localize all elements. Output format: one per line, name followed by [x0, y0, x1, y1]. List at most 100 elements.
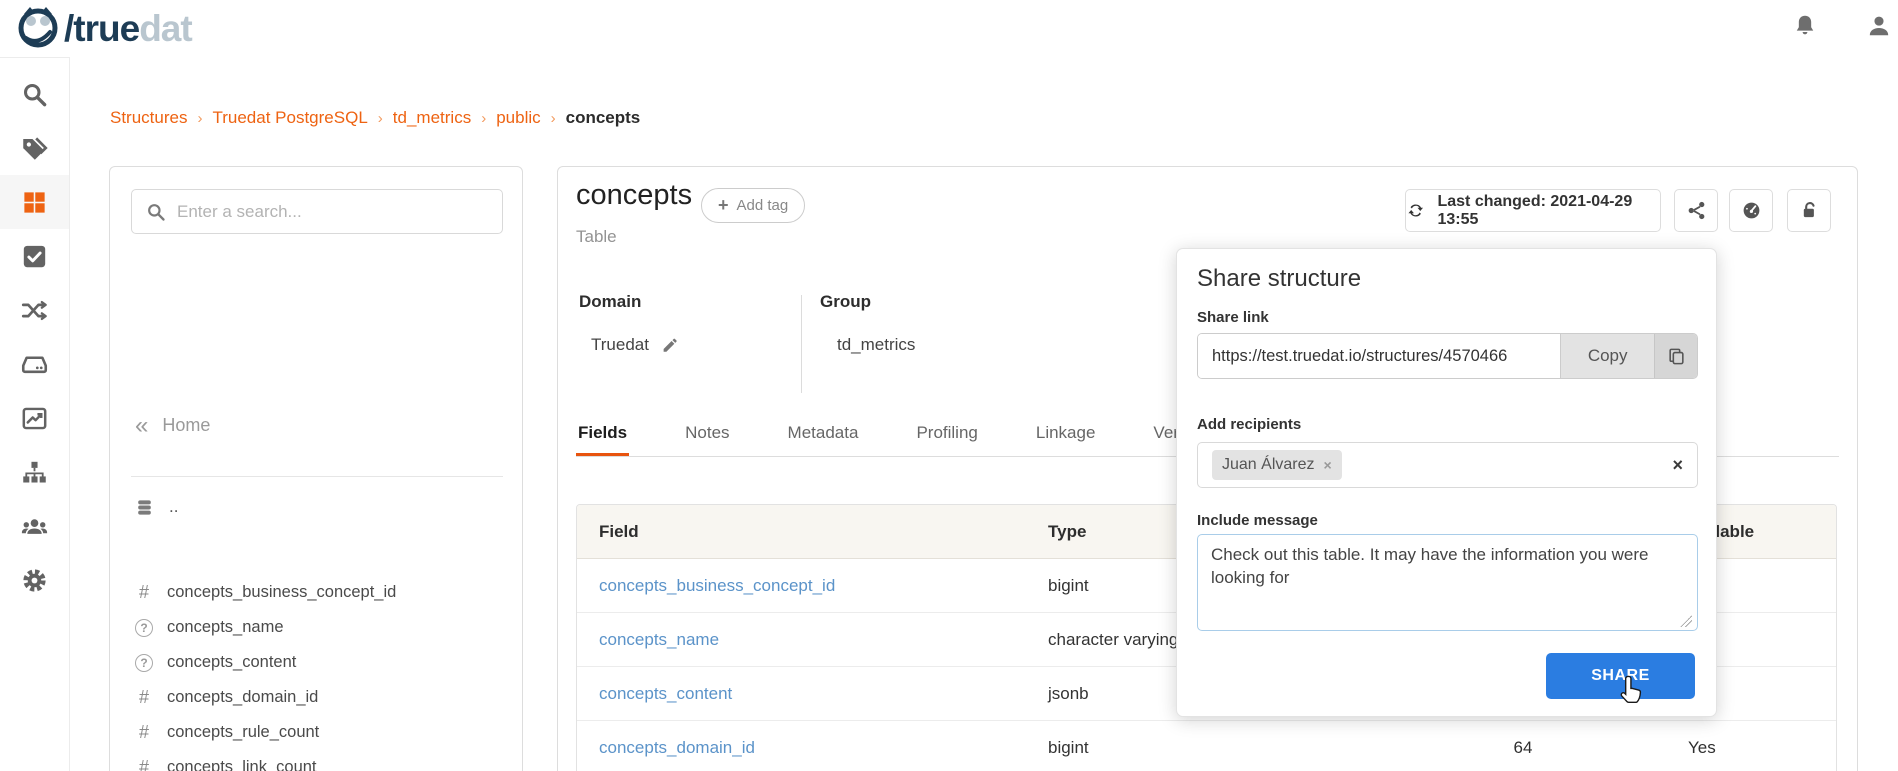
breadcrumb-separator: › [551, 110, 556, 127]
tab-linkage[interactable]: Linkage [1034, 417, 1098, 456]
nav-parent-item[interactable]: .. [135, 497, 178, 517]
nav-search-box[interactable] [131, 189, 503, 234]
plus-icon: + [718, 195, 729, 216]
modal-title: Share structure [1197, 265, 1361, 293]
message-textarea[interactable]: Check out this table. It may have the in… [1197, 534, 1698, 631]
nav-field-item[interactable]: # concepts_rule_count [110, 715, 522, 750]
breadcrumb-schema[interactable]: public [496, 108, 540, 128]
rail-sources-icon[interactable] [0, 337, 69, 391]
number-type-icon: # [135, 722, 153, 743]
copy-icon [1667, 347, 1686, 366]
field-nullable: Yes [1608, 738, 1836, 758]
structure-nav-panel: « Home .. # concepts_business_concept_id … [109, 166, 523, 771]
tab-fields[interactable]: Fields [576, 417, 629, 456]
nav-field-item[interactable]: ? concepts_name [110, 610, 522, 645]
rail-quality-icon[interactable] [0, 229, 69, 283]
recipients-input[interactable]: Juan Álvarez × × [1197, 442, 1698, 488]
nav-field-label: concepts_name [167, 618, 284, 637]
field-link[interactable]: concepts_business_concept_id [599, 576, 835, 595]
domain-value: Truedat [591, 335, 679, 355]
nav-field-label: concepts_business_concept_id [167, 583, 396, 602]
breadcrumb-current: concepts [566, 108, 641, 128]
truedat-logo[interactable]: /truedat [16, 6, 192, 52]
user-avatar-icon[interactable] [1866, 13, 1896, 43]
unknown-type-icon: ? [135, 654, 153, 672]
nav-field-item[interactable]: #concepts_link_count [110, 750, 522, 771]
collapse-chevrons-icon: « [135, 417, 148, 435]
share-link-input[interactable] [1198, 334, 1560, 378]
nav-field-list: # concepts_business_concept_id ? concepts_… [110, 575, 522, 771]
nav-home-link[interactable]: « Home [135, 415, 210, 436]
profiling-gauge-button[interactable] [1729, 189, 1773, 232]
add-recipients-label: Add recipients [1197, 416, 1301, 433]
share-structure-button[interactable] [1674, 189, 1718, 232]
domain-group-divider [801, 295, 802, 393]
group-label: Group [820, 292, 871, 312]
nav-parent-label: .. [169, 497, 178, 517]
nav-field-label: concepts_domain_id [167, 688, 318, 707]
page-title: concepts [576, 179, 692, 212]
last-changed-button[interactable]: Last changed: 2021-04-29 13:55 [1405, 189, 1661, 232]
logo-text: /truedat [64, 8, 192, 50]
number-type-icon: # [135, 757, 153, 771]
tab-metadata[interactable]: Metadata [786, 417, 861, 456]
gauge-icon [1741, 200, 1762, 221]
number-type-icon: # [135, 582, 153, 603]
nav-search-input[interactable] [177, 202, 488, 222]
nav-divider [131, 476, 503, 477]
rail-lineage-icon[interactable] [0, 283, 69, 337]
field-link[interactable]: concepts_name [599, 630, 719, 649]
rail-users-icon[interactable] [0, 499, 69, 553]
left-icon-rail [0, 57, 70, 771]
rail-settings-icon[interactable] [0, 553, 69, 607]
app-root: /truedat [0, 0, 1898, 771]
number-type-icon: # [135, 687, 153, 708]
owl-logo-icon [16, 6, 60, 52]
unlock-icon [1799, 200, 1820, 221]
domain-label: Domain [579, 292, 641, 312]
table-row: concepts_domain_id bigint 64 Yes [577, 721, 1836, 771]
tab-profiling[interactable]: Profiling [914, 417, 979, 456]
breadcrumb-structures[interactable]: Structures [110, 108, 187, 128]
share-link-group: Copy [1197, 333, 1698, 379]
nav-field-item[interactable]: ? concepts_content [110, 645, 522, 680]
breadcrumb: Structures › Truedat PostgreSQL › td_met… [110, 108, 640, 128]
rail-hierarchy-icon[interactable] [0, 445, 69, 499]
breadcrumb-separator: › [481, 110, 486, 127]
copy-icon-button[interactable] [1654, 334, 1697, 378]
unknown-type-icon: ? [135, 619, 153, 637]
field-link[interactable]: concepts_domain_id [599, 738, 755, 757]
chip-remove-icon[interactable]: × [1324, 457, 1332, 473]
structure-type-label: Table [576, 227, 617, 247]
last-changed-label: Last changed: 2021-04-29 13:55 [1437, 193, 1660, 229]
field-precision: 64 [1438, 738, 1608, 758]
lock-button[interactable] [1787, 189, 1831, 232]
add-tag-button[interactable]: + Add tag [701, 188, 805, 223]
edit-pencil-icon[interactable] [661, 336, 679, 354]
breadcrumb-system[interactable]: Truedat PostgreSQL [212, 108, 367, 128]
nav-field-item[interactable]: # concepts_domain_id [110, 680, 522, 715]
breadcrumb-separator: › [378, 110, 383, 127]
rail-tags-icon[interactable] [0, 121, 69, 175]
clear-recipients-icon[interactable]: × [1672, 455, 1683, 476]
group-value: td_metrics [837, 335, 915, 355]
nav-field-label: concepts_content [167, 653, 296, 672]
search-icon [146, 202, 166, 222]
rail-structures-icon[interactable] [0, 175, 69, 229]
copy-button[interactable]: Copy [1560, 334, 1654, 378]
domain-name: Truedat [591, 335, 649, 355]
rail-dashboards-icon[interactable] [0, 391, 69, 445]
notifications-bell-icon[interactable] [1792, 13, 1822, 43]
col-field: Field [577, 522, 1048, 542]
breadcrumb-database[interactable]: td_metrics [393, 108, 471, 128]
tab-notes[interactable]: Notes [683, 417, 731, 456]
include-message-label: Include message [1197, 512, 1318, 529]
nav-field-label: concepts_rule_count [167, 723, 319, 742]
rail-search-icon[interactable] [0, 67, 69, 121]
nav-field-item[interactable]: # concepts_business_concept_id [110, 575, 522, 610]
share-submit-button[interactable]: SHARE [1546, 653, 1695, 699]
share-link-label: Share link [1197, 309, 1269, 326]
share-icon [1686, 200, 1707, 221]
refresh-icon [1406, 200, 1425, 221]
field-link[interactable]: concepts_content [599, 684, 732, 703]
